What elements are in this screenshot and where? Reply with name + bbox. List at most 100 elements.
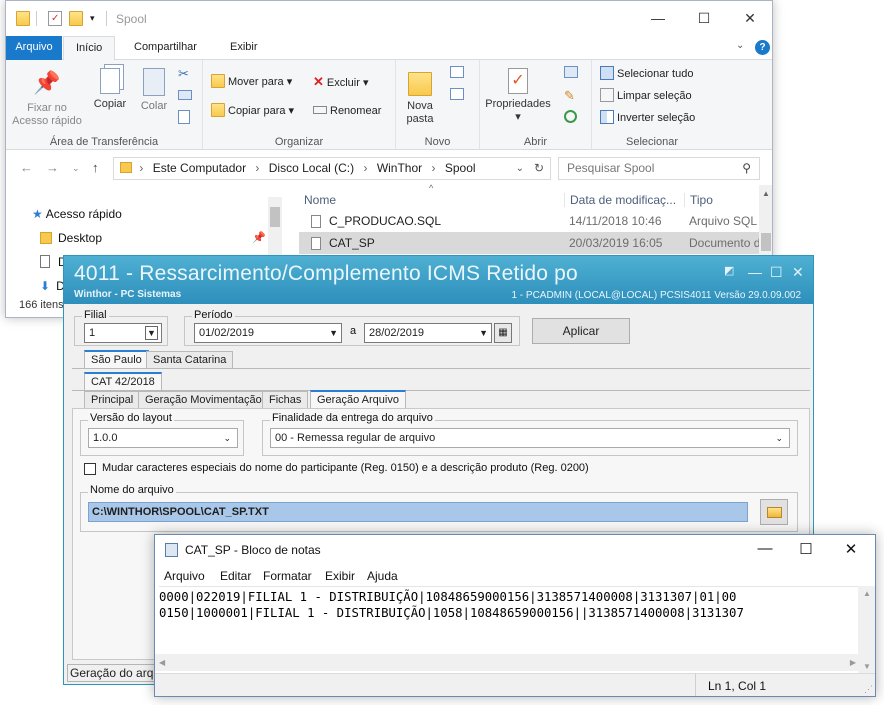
pin-icon[interactable]: 📌 bbox=[252, 231, 266, 244]
back-icon[interactable]: ← bbox=[20, 160, 33, 175]
layout-select[interactable]: 1.0.0 ⌄ bbox=[88, 428, 238, 448]
vertical-scrollbar[interactable]: ▲ ▼ bbox=[858, 586, 875, 674]
column-name[interactable]: Nome bbox=[304, 193, 336, 207]
open-icon[interactable] bbox=[564, 66, 578, 78]
text-editor[interactable]: 0000|022019|FILIAL 1 - DISTRIBUIÇÃO|1084… bbox=[159, 586, 859, 654]
scroll-down-icon[interactable]: ▼ bbox=[863, 662, 871, 671]
horizontal-scrollbar[interactable]: ◀ ▶ bbox=[155, 654, 860, 671]
paste-shortcut-icon[interactable] bbox=[178, 110, 190, 124]
tab-geracao-movimentacao[interactable]: Geração Movimentação bbox=[138, 391, 269, 409]
restore-icon[interactable]: ◩ bbox=[724, 264, 734, 277]
tab-inicio[interactable]: Início bbox=[63, 36, 116, 61]
column-type[interactable]: Tipo bbox=[684, 193, 713, 207]
breadcrumb-item[interactable]: Disco Local (C:) bbox=[269, 161, 354, 175]
browse-folder-button[interactable] bbox=[760, 499, 788, 525]
collapse-ribbon-icon[interactable]: ⌄ bbox=[736, 40, 744, 51]
edit-icon[interactable]: ✎ bbox=[564, 88, 575, 104]
properties-button[interactable]: ✓ Propriedades ▾ bbox=[482, 68, 554, 124]
minimize-button[interactable]: — bbox=[636, 7, 680, 29]
copy-path-icon[interactable] bbox=[178, 90, 192, 100]
history-icon[interactable] bbox=[564, 110, 577, 123]
address-input[interactable]: › Este Computador › Disco Local (C:) › W… bbox=[113, 157, 551, 180]
search-input[interactable]: Pesquisar Spool ⚲ bbox=[558, 157, 760, 180]
refresh-icon[interactable]: ↻ bbox=[534, 158, 544, 179]
filial-label: Filial bbox=[82, 309, 109, 321]
up-icon[interactable]: ↑ bbox=[92, 160, 99, 175]
download-icon: ⬇ bbox=[40, 279, 51, 293]
nav-downloads[interactable]: ⬇ D bbox=[40, 279, 65, 293]
pin-quick-access-button[interactable]: 📌 Fixar no Acesso rápido bbox=[12, 68, 82, 128]
close-button[interactable]: ✕ bbox=[728, 7, 772, 29]
copy-to-button[interactable]: Copiar para ▾ bbox=[211, 103, 294, 119]
nav-desktop[interactable]: Desktop bbox=[40, 231, 102, 245]
invert-selection-button[interactable]: Inverter seleção bbox=[600, 110, 695, 126]
calendar-icon[interactable]: ▦ bbox=[494, 323, 512, 343]
scrollbar-thumb[interactable] bbox=[270, 207, 280, 227]
forward-icon[interactable]: → bbox=[46, 160, 59, 175]
breadcrumb-chevron-icon: › bbox=[139, 161, 144, 175]
filename-input[interactable]: C:\WINTHOR\SPOOL\CAT_SP.TXT bbox=[88, 502, 748, 522]
customize-quick-access-icon[interactable]: ▾ bbox=[90, 11, 104, 26]
cut-icon[interactable]: ✂ bbox=[178, 66, 189, 82]
folder-open-icon bbox=[767, 507, 782, 518]
scroll-up-icon[interactable]: ▲ bbox=[863, 589, 871, 598]
ribbon-tabs: Arquivo Início Compartilhar Exibir ⌄ ? bbox=[6, 36, 772, 61]
help-icon[interactable]: ? bbox=[755, 40, 770, 55]
recent-locations-icon[interactable]: ⌄ bbox=[72, 163, 80, 174]
breadcrumb-item[interactable]: WinThor bbox=[377, 161, 422, 175]
special-chars-checkbox[interactable] bbox=[84, 463, 96, 475]
scrollbar-thumb[interactable] bbox=[761, 233, 771, 251]
minimize-button[interactable]: — bbox=[743, 540, 787, 557]
tab-sao-paulo[interactable]: São Paulo bbox=[84, 350, 149, 368]
scroll-left-icon[interactable]: ◀ bbox=[159, 658, 165, 667]
tab-fichas[interactable]: Fichas bbox=[262, 391, 309, 409]
breadcrumb-item[interactable]: Spool bbox=[445, 161, 476, 175]
menu-arquivo[interactable]: Arquivo bbox=[164, 569, 205, 583]
maximize-button[interactable]: ☐ bbox=[682, 7, 726, 29]
rename-button[interactable]: Renomear bbox=[313, 103, 381, 119]
new-item-icon[interactable] bbox=[450, 66, 464, 78]
tab-santa-catarina[interactable]: Santa Catarina bbox=[146, 351, 234, 369]
delete-button[interactable]: ✕ Excluir ▾ bbox=[313, 74, 369, 91]
move-to-button[interactable]: Mover para ▾ bbox=[211, 74, 292, 90]
scroll-right-icon[interactable]: ▶ bbox=[850, 658, 856, 667]
menu-exibir[interactable]: Exibir bbox=[325, 569, 355, 583]
purpose-select[interactable]: 00 - Remessa regular de arquivo ⌄ bbox=[270, 428, 790, 448]
menu-formatar[interactable]: Formatar bbox=[263, 569, 312, 583]
select-all-icon bbox=[600, 66, 614, 80]
tab-compartilhar[interactable]: Compartilhar bbox=[122, 36, 209, 60]
new-folder-icon[interactable] bbox=[69, 11, 83, 26]
nav-quick-access[interactable]: ★ Acesso rápido bbox=[32, 207, 122, 221]
close-button[interactable]: ✕ bbox=[792, 264, 804, 281]
tab-cat-42-2018[interactable]: CAT 42/2018 bbox=[84, 372, 162, 390]
breadcrumb-item[interactable]: Este Computador bbox=[153, 161, 246, 175]
tab-exibir[interactable]: Exibir bbox=[218, 36, 270, 60]
tab-principal[interactable]: Principal bbox=[84, 391, 141, 409]
copy-button[interactable]: Copiar bbox=[90, 68, 130, 111]
apply-button[interactable]: Aplicar bbox=[532, 318, 630, 344]
date-from-input[interactable]: 01/02/2019 ▼ bbox=[194, 323, 342, 343]
tab-arquivo[interactable]: Arquivo bbox=[6, 36, 62, 60]
close-button[interactable]: ✕ bbox=[829, 540, 873, 558]
easy-access-icon[interactable] bbox=[450, 88, 464, 100]
scroll-up-icon[interactable]: ▲ bbox=[762, 189, 770, 198]
address-dropdown-icon[interactable]: ⌄ bbox=[516, 158, 524, 179]
tab-geracao-arquivo[interactable]: Geração Arquivo bbox=[310, 390, 406, 408]
menu-editar[interactable]: Editar bbox=[220, 569, 251, 583]
file-row-selected[interactable]: CAT_SP 20/03/2019 16:05 Documento d bbox=[299, 232, 772, 254]
maximize-button[interactable]: ☐ bbox=[784, 540, 828, 558]
menu-ajuda[interactable]: Ajuda bbox=[367, 569, 398, 583]
breadcrumb-chevron-icon: › bbox=[255, 161, 260, 175]
column-date[interactable]: Data de modificaç... bbox=[564, 193, 676, 207]
new-folder-button[interactable]: Nova pasta bbox=[400, 68, 440, 126]
filial-select[interactable]: 1 ▼ bbox=[84, 323, 162, 343]
paste-button[interactable]: Colar bbox=[134, 68, 174, 113]
select-all-button[interactable]: Selecionar tudo bbox=[600, 66, 693, 82]
resize-grip-icon[interactable]: ⋰ bbox=[864, 684, 873, 695]
minimize-button[interactable]: — bbox=[748, 264, 762, 280]
maximize-button[interactable]: ☐ bbox=[770, 264, 783, 281]
clear-selection-button[interactable]: Limpar seleção bbox=[600, 88, 692, 104]
file-row[interactable]: C_PRODUCAO.SQL 14/11/2018 10:46 Arquivo … bbox=[299, 210, 772, 232]
properties-icon[interactable]: ✓ bbox=[48, 11, 62, 26]
date-to-input[interactable]: 28/02/2019 ▼ bbox=[364, 323, 492, 343]
